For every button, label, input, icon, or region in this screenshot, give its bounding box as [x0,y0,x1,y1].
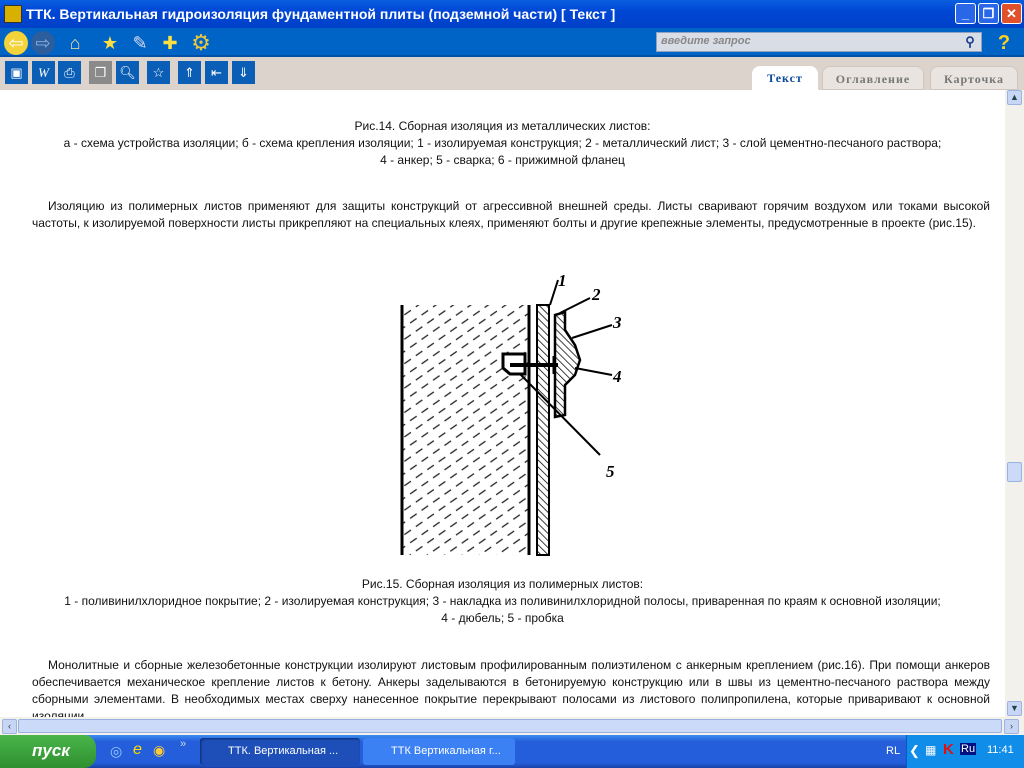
pvc-coating [536,304,550,556]
word-export-icon[interactable]: W [32,61,55,84]
network-icon[interactable]: ▦ [925,743,936,757]
horizontal-scrollbar[interactable]: ‹ › [0,717,1024,735]
label-1: 1 [558,271,567,290]
tab-card[interactable]: Карточка [930,66,1018,90]
help-icon[interactable]: ? [992,31,1016,55]
antivirus-icon[interactable]: K [943,741,954,758]
go-to-text-icon[interactable]: ⇤ [205,61,228,84]
taskbar: пуск ◎ e ◉ » ТТК. Вертикальная ... ТТК В… [0,735,1024,768]
scroll-right-button[interactable]: › [1004,719,1019,734]
figure-15-title: Рис.15. Сборная изоляция из полимерных л… [361,577,644,591]
settings-gear-icon[interactable]: ⚙ [189,31,213,55]
forward-icon[interactable]: ⇨ [31,31,55,55]
concrete-wall [402,305,529,555]
label-3: 3 [612,313,622,332]
title-bar: ТТК. Вертикальная гидроизоляция фундамен… [0,0,1024,28]
taskbar-item-2[interactable]: ТТК Вертикальная г... [363,738,515,765]
media-player-icon[interactable]: ◉ [153,742,165,759]
scroll-up-button[interactable]: ▲ [1007,90,1022,105]
figure-14-title: Рис.14. Сборная изоляция из металлически… [354,119,651,133]
language-rl[interactable]: RL [886,745,900,757]
language-indicator[interactable]: Ru [960,743,977,755]
show-hidden-icons[interactable]: ❮ [909,743,920,759]
document-content: Рис.14. Сборная изоляция из металлически… [0,90,1005,717]
label-4: 4 [612,367,622,386]
minimize-button[interactable]: _ [955,3,976,24]
print-icon[interactable]: ⎙ [58,61,81,84]
notes-icon[interactable]: ✎ [128,31,152,55]
figure-15-caption: Рис.15. Сборная изоляция из полимерных л… [0,576,1005,627]
favorites-star-icon[interactable]: ★ [98,31,122,55]
clock: 11:41 [987,744,1014,756]
task-label: ТТК Вертикальная г... [391,745,501,757]
close-button[interactable]: ✕ [1001,3,1022,24]
main-toolbar: ⇦ ⇨ ⌂ ★ ✎ ✚ ⚙ введите запрос ⚲ ? [0,28,1024,57]
pvc-strip [553,310,582,419]
app-icon [4,5,22,23]
search-placeholder: введите запрос [661,35,751,47]
save-icon[interactable]: ▣ [5,61,28,84]
paragraph: Монолитные и сборные железобетонные конс… [32,658,990,717]
add-note-icon[interactable]: ✚ [158,31,182,55]
home-icon[interactable]: ⌂ [63,31,87,55]
figure-14-legend-2: 4 - анкер; 5 - сварка; 6 - прижимной фла… [380,153,625,167]
scroll-bottom-icon[interactable]: ⇓ [232,61,255,84]
figure-15-drawing: 1 2 3 4 5 [400,271,622,556]
quicklaunch-more-icon[interactable]: » [180,738,186,750]
horizontal-scroll-thumb[interactable] [18,719,1002,733]
tab-contents[interactable]: Оглавление [822,66,924,90]
task-label: ТТК. Вертикальная ... [228,745,339,757]
tab-text[interactable]: Текст [752,66,818,90]
paragraph: Изоляцию из полимерных листов применяют … [32,199,990,230]
scroll-top-icon[interactable]: ⇑ [178,61,201,84]
scroll-down-button[interactable]: ▼ [1007,701,1022,716]
restore-button[interactable]: ❐ [978,3,999,24]
figure-15-legend-1: 1 - поливинилхлоридное покрытие; 2 - изо… [64,594,941,608]
vertical-scrollbar[interactable]: ▲ ▼ [1005,90,1024,717]
taskbar-item-1[interactable]: ТТК. Вертикальная ... [200,738,360,765]
add-bookmark-icon[interactable]: ☆ [147,61,170,84]
vertical-scroll-thumb[interactable] [1007,462,1022,482]
label-2: 2 [591,285,601,304]
back-icon[interactable]: ⇦ [4,31,28,55]
preview-icon[interactable]: 🔍︎ [116,61,139,84]
label-5: 5 [606,462,615,481]
copy-icon[interactable]: ❐ [89,61,112,84]
system-tray: ❮ ▦ K Ru 11:41 [906,735,1024,768]
figure-14-caption: Рис.14. Сборная изоляция из металлически… [0,118,1005,169]
figure-14-legend-1: а - схема устройства изоляции; б - схема… [63,136,942,150]
figure-15-legend-2: 4 - дюбель; 5 - пробка [441,611,564,625]
start-button[interactable]: пуск [0,735,96,768]
start-label: пуск [32,741,70,760]
search-icon[interactable]: ⚲ [961,34,979,50]
scroll-left-button[interactable]: ‹ [2,719,17,734]
ie-icon[interactable]: e [133,741,142,759]
desktop-quicklaunch-icon[interactable]: ◎ [110,743,122,760]
window-title: ТТК. Вертикальная гидроизоляция фундамен… [26,6,616,22]
search-input[interactable]: введите запрос ⚲ [656,32,982,52]
